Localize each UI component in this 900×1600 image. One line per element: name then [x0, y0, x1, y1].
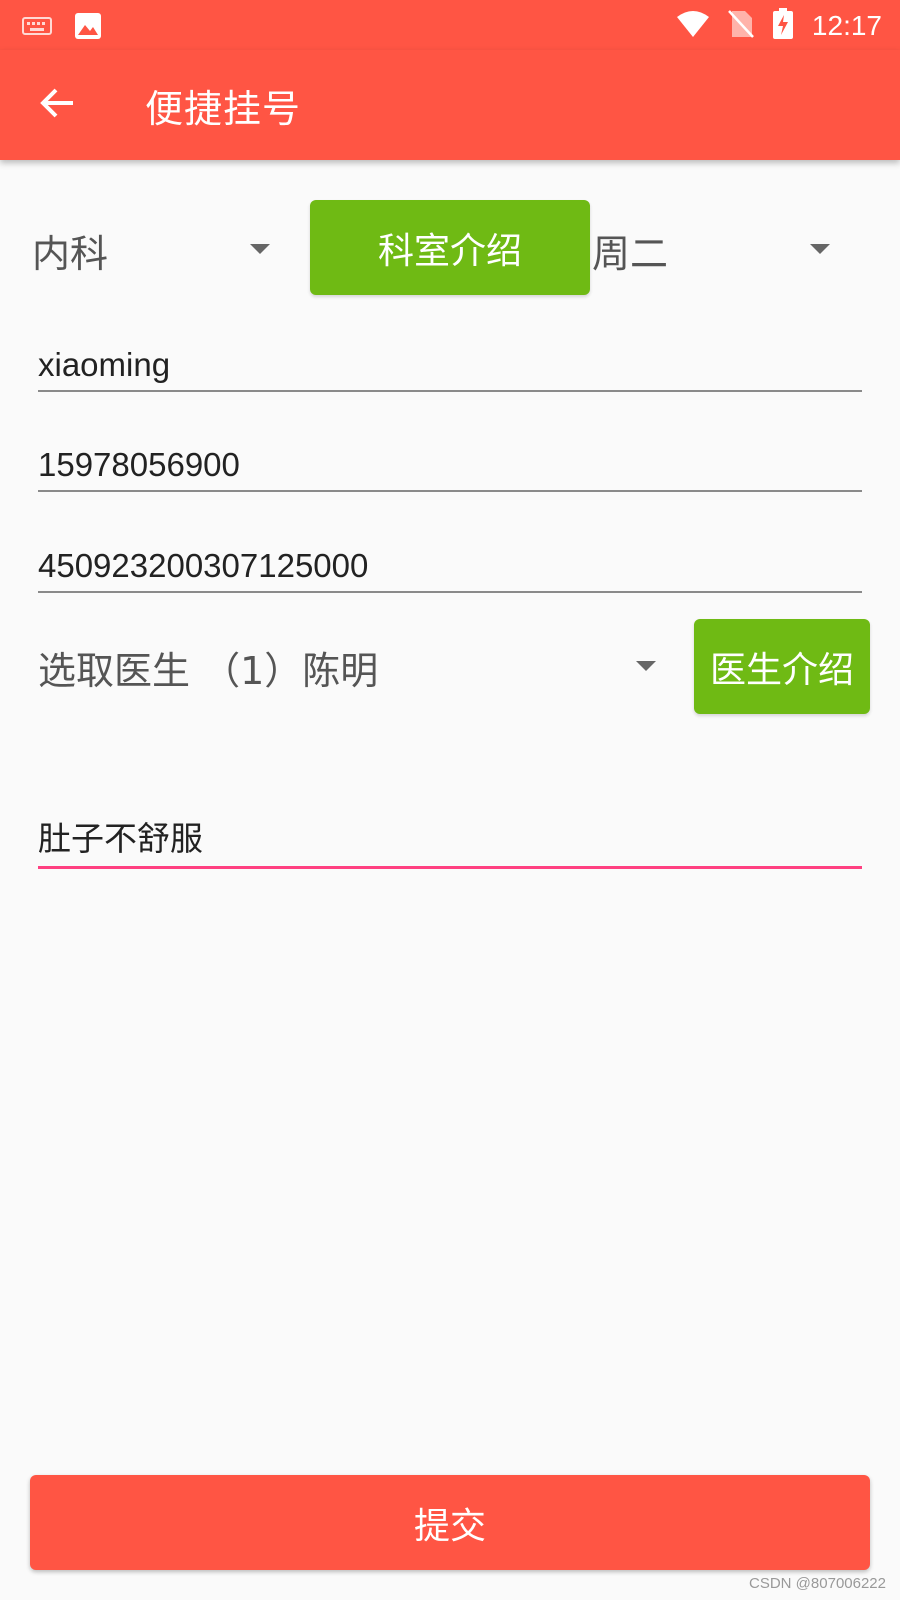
department-intro-button[interactable]: 科室介绍: [310, 200, 590, 295]
day-spinner-value: 周二: [592, 231, 669, 276]
phone-input-value: 15978056900: [38, 446, 240, 483]
department-spinner-value: 内科: [32, 231, 109, 276]
doctor-spinner-value: 选取医生 （1）陈明: [38, 648, 379, 693]
no-sim-icon: [728, 9, 754, 43]
doctor-intro-label: 医生介绍: [709, 649, 854, 691]
id-number-input-value: 450923200307125000: [38, 547, 369, 584]
doctor-spinner[interactable]: 选取医生 （1）陈明: [38, 637, 658, 697]
wifi-icon: [676, 9, 710, 43]
keyboard-icon: [22, 15, 52, 41]
name-input-value: xiaoming: [38, 346, 171, 383]
dropdown-arrow-icon: [636, 661, 656, 671]
status-bar-right: 12:17: [676, 8, 882, 44]
status-bar: 12:17: [0, 0, 900, 50]
doctor-intro-button[interactable]: 医生介绍: [694, 619, 870, 714]
image-icon: [74, 12, 102, 44]
department-intro-label: 科室介绍: [377, 230, 522, 272]
submit-button[interactable]: 提交: [30, 1475, 870, 1570]
symptom-input-value: 肚子不舒服: [38, 819, 203, 858]
status-bar-left: [22, 12, 102, 44]
arrow-left-icon: [39, 87, 75, 123]
app-screen: 12:17 便捷挂号 内科 科室介绍 周二 xiaoming 159780569…: [0, 0, 900, 1600]
page-title: 便捷挂号: [145, 87, 302, 131]
name-input[interactable]: xiaoming: [38, 330, 862, 392]
status-time: 12:17: [811, 10, 882, 41]
day-spinner[interactable]: 周二: [592, 220, 842, 280]
back-button[interactable]: [32, 80, 82, 130]
symptom-input[interactable]: 肚子不舒服: [38, 807, 862, 869]
dropdown-arrow-icon: [250, 244, 270, 254]
phone-input[interactable]: 15978056900: [38, 430, 862, 492]
id-number-input[interactable]: 450923200307125000: [38, 531, 862, 593]
app-toolbar: 便捷挂号: [0, 50, 900, 160]
department-spinner[interactable]: 内科: [32, 220, 282, 280]
battery-charging-icon: [772, 8, 794, 44]
submit-label: 提交: [413, 1505, 486, 1547]
watermark: CSDN @807006222: [749, 1575, 886, 1592]
dropdown-arrow-icon: [810, 244, 830, 254]
